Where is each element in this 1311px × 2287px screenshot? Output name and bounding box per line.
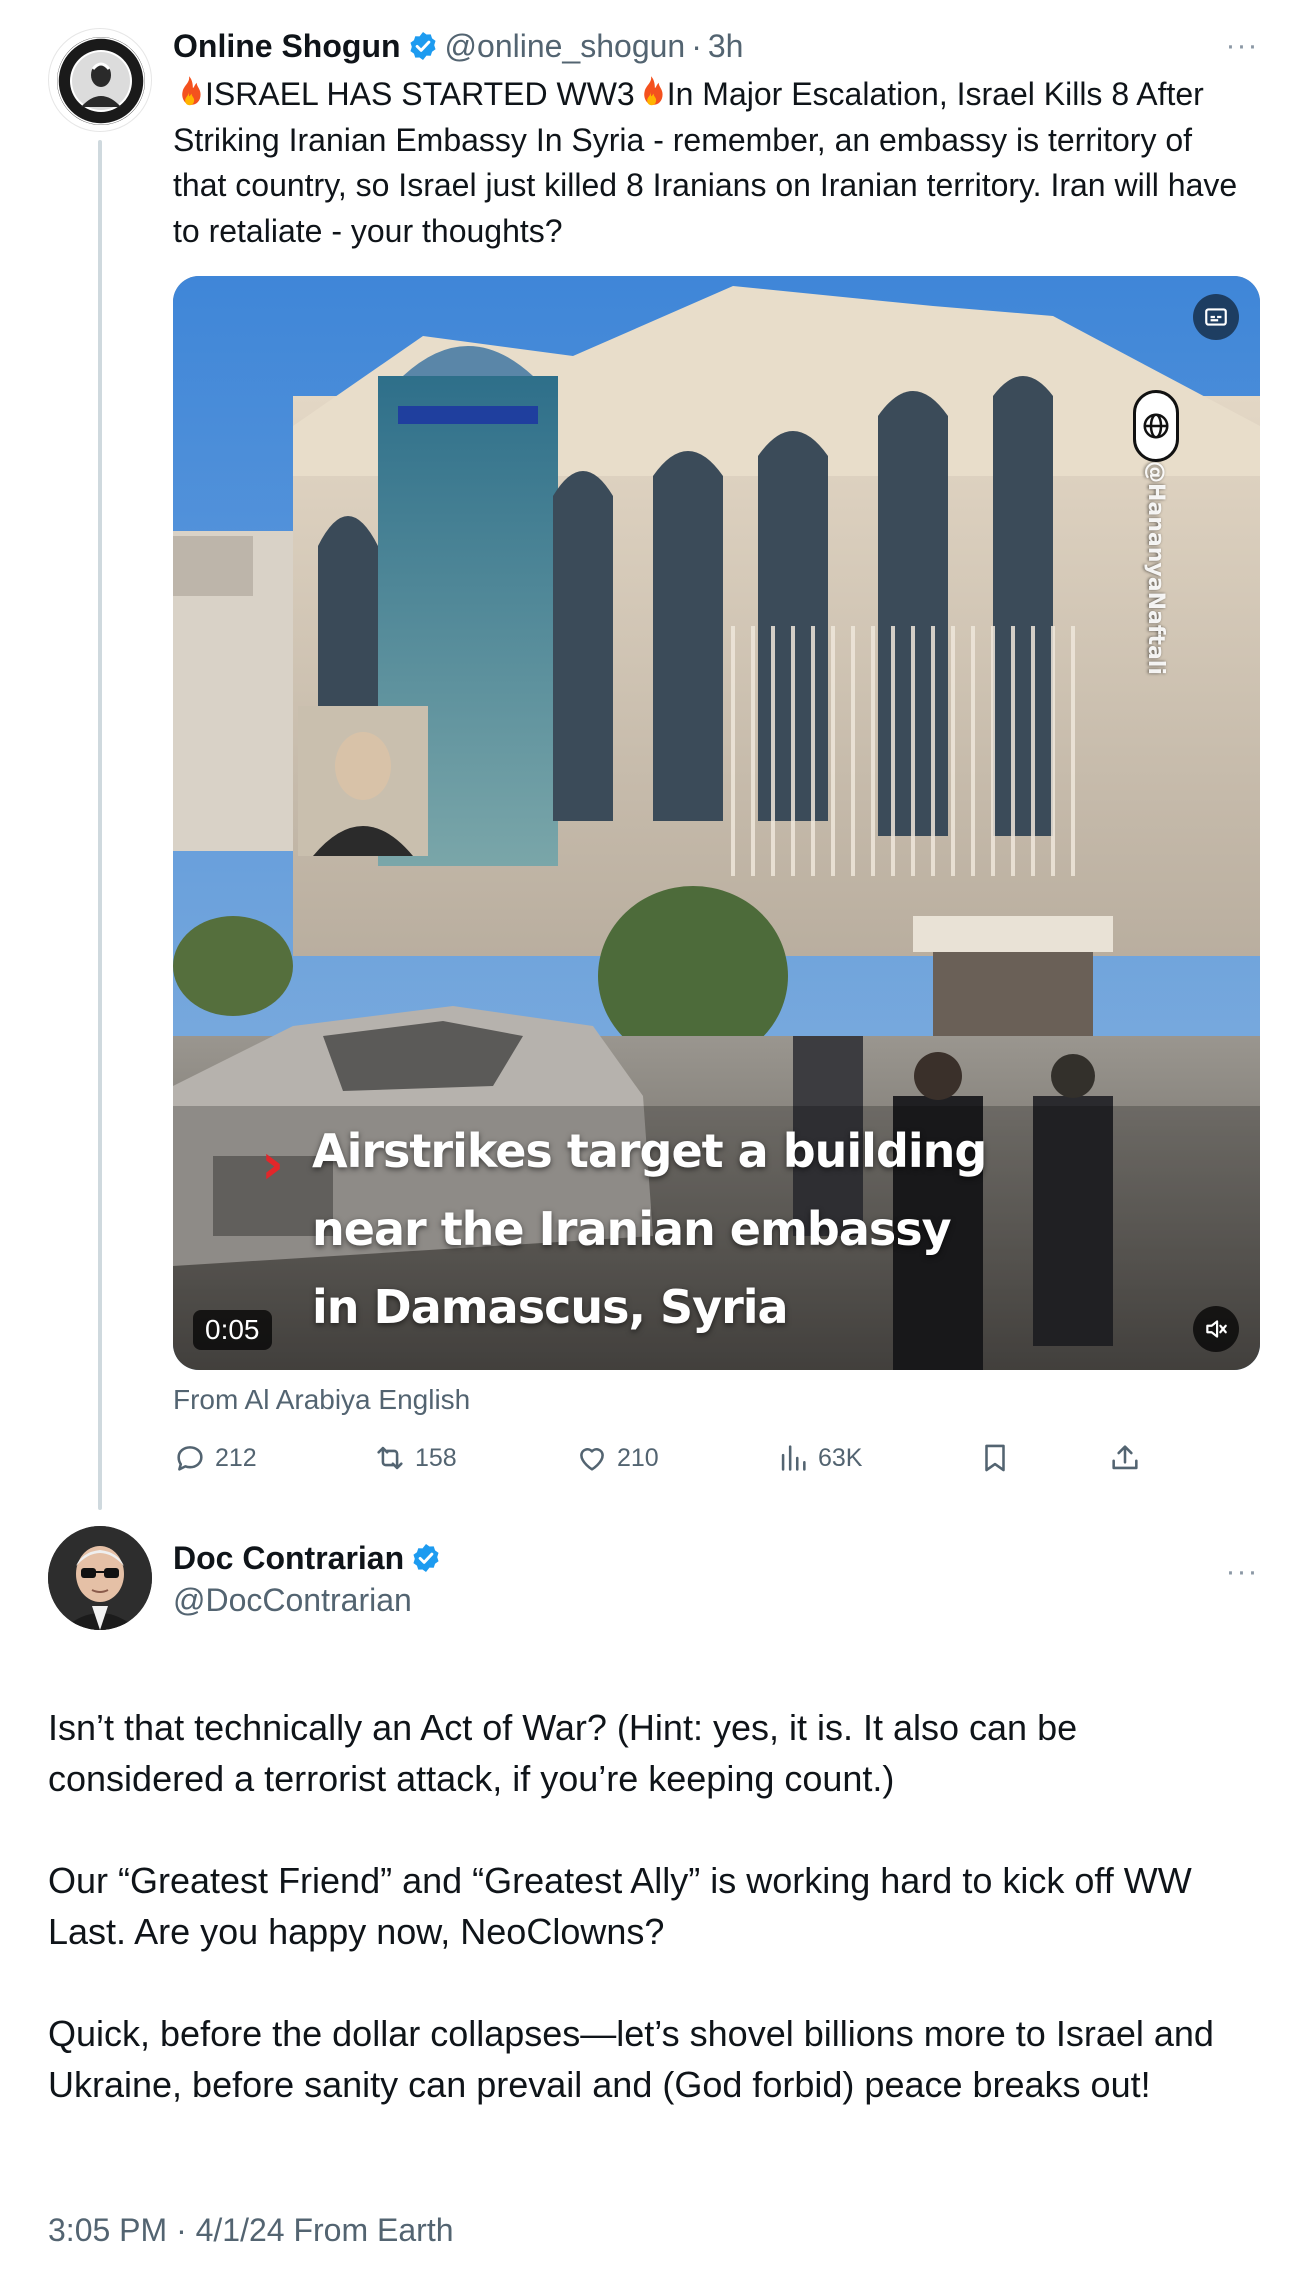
tweet-client: From Earth [293, 2212, 454, 2248]
tweet-date[interactable]: 4/1/24 [196, 2212, 285, 2248]
avatar-seal-icon [57, 37, 145, 125]
parent-tweet-header: Online Shogun @online_shogun · 3h [173, 24, 743, 68]
main-tweet-text: Isn’t that technically an Act of War? (H… [48, 1702, 1248, 2161]
video-duration: 0:05 [193, 1310, 272, 1350]
fire-icon [643, 76, 663, 106]
verified-badge-icon [413, 1544, 439, 1572]
embedded-video[interactable]: @HananyaNaftali › Airstrikes target a bu… [173, 276, 1260, 1370]
view-count: 63K [818, 1443, 863, 1472]
meta-separator: · [176, 2212, 187, 2248]
author-handle[interactable]: @DocContrarian [173, 1582, 412, 1619]
caption-line-3: in Damascus, Syria [312, 1280, 789, 1334]
thread-connector-line [98, 140, 102, 1510]
like-count: 210 [617, 1443, 659, 1472]
tweet-paragraph: Our “Greatest Friend” and “Greatest Ally… [48, 1860, 1192, 1952]
views-button[interactable]: 63K [776, 1436, 862, 1480]
doc-contrarian-avatar[interactable] [48, 1526, 152, 1630]
fire-icon [182, 76, 201, 106]
captions-icon [1205, 308, 1227, 326]
tweet-time[interactable]: 3:05 PM [48, 2212, 167, 2248]
main-tweet-header: Doc Contrarian [173, 1536, 448, 1580]
captions-button[interactable] [1193, 294, 1239, 340]
heart-icon [580, 1448, 604, 1471]
caption-arrow-icon: › [261, 1132, 285, 1197]
avatar-portrait [48, 1526, 152, 1630]
reply-count: 212 [215, 1443, 257, 1472]
analytics-icon [781, 1445, 806, 1471]
author-handle[interactable]: @online_shogun [445, 28, 686, 65]
online-shogun-avatar[interactable] [48, 28, 152, 132]
repost-button[interactable]: 158 [373, 1436, 457, 1480]
repost-icon [377, 1446, 403, 1470]
publisher-logo [1133, 390, 1179, 462]
tweet-timestamp[interactable]: 3h [708, 28, 744, 65]
video-source-label[interactable]: From Al Arabiya English [173, 1384, 470, 1416]
speaker-muted-icon [1206, 1320, 1227, 1338]
more-options-icon[interactable]: ··· [1222, 31, 1262, 61]
like-button[interactable]: 210 [575, 1436, 659, 1480]
tweet-paragraph: Isn’t that technically an Act of War? (H… [48, 1707, 1078, 1799]
caption-line-1: Airstrikes target a building [312, 1124, 987, 1178]
separator-dot: · [691, 27, 702, 64]
author-name[interactable]: Online Shogun [173, 28, 401, 65]
mute-button[interactable] [1193, 1306, 1239, 1352]
verified-badge-icon [409, 32, 436, 60]
more-options-icon[interactable]: ··· [1222, 1557, 1262, 1587]
video-watermark: @HananyaNaftali [1143, 461, 1168, 675]
repost-count: 158 [415, 1443, 457, 1472]
globe-icon [1143, 413, 1169, 439]
reply-icon [177, 1446, 203, 1471]
caption-line-2: near the Iranian embassy [312, 1202, 952, 1256]
parent-tweet-text: ISRAEL HAS STARTED WW3 In Major Escalati… [173, 72, 1253, 254]
share-icon [1112, 1445, 1138, 1470]
tweet-meta: 3:05 PM · 4/1/24 From Earth [48, 2212, 454, 2249]
tweet-paragraph: Quick, before the dollar collapses—let’s… [48, 2013, 1214, 2105]
share-button[interactable] [1108, 1436, 1150, 1480]
headline-text: ISRAEL HAS STARTED WW3 [205, 76, 635, 112]
bookmark-button[interactable] [978, 1436, 1020, 1480]
bookmark-icon [985, 1444, 1005, 1472]
reply-button[interactable]: 212 [173, 1436, 257, 1480]
author-name[interactable]: Doc Contrarian [173, 1540, 404, 1577]
